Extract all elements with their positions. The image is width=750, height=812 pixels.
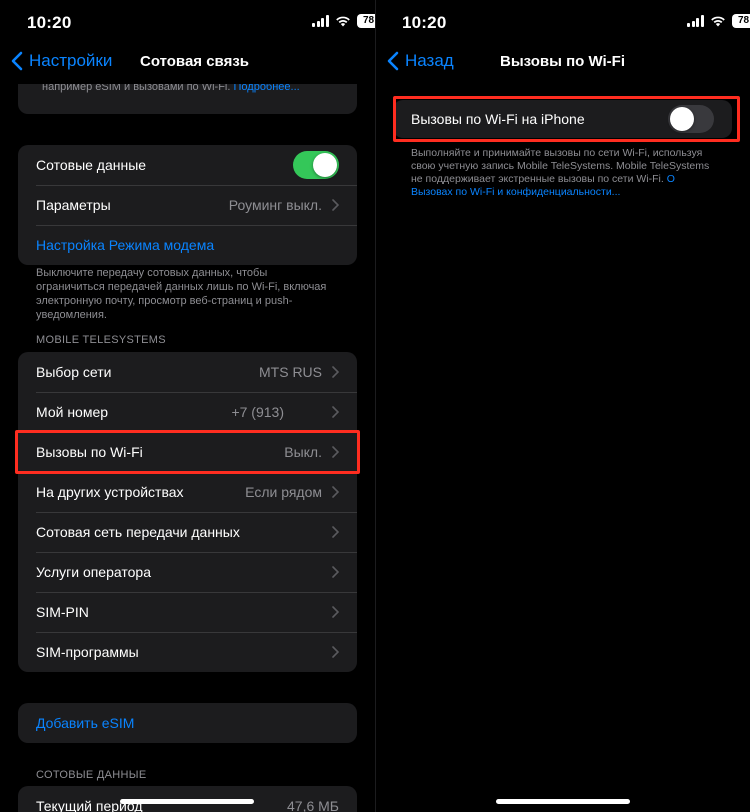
home-indicator <box>120 799 254 804</box>
usage-header: СОТОВЫЕ ДАННЫЕ <box>36 769 147 781</box>
row-value: +7 (913) <box>231 404 284 420</box>
row-label: SIM-PIN <box>36 604 89 620</box>
cellular-data-network-row[interactable]: Сотовая сеть передачи данных <box>18 512 357 552</box>
chevron-right-icon <box>332 526 339 538</box>
wifi-calling-footnote-text: Выполняйте и принимайте вызовы по сети W… <box>411 147 710 185</box>
cellular-data-group: Сотовые данные Параметры Роуминг выкл. Н… <box>18 145 357 265</box>
row-label: На других устройствах <box>36 484 184 500</box>
row-label: Выбор сети <box>36 364 112 380</box>
wifi-icon <box>710 16 725 27</box>
add-esim-row[interactable]: Добавить eSIM <box>18 703 357 743</box>
wifi-calling-footnote: Выполняйте и принимайте вызовы по сети W… <box>411 147 711 199</box>
esim-info-text: например eSIM и вызовами по Wi-Fi. <box>42 84 231 93</box>
sim-apps-row[interactable]: SIM-программы <box>18 632 357 672</box>
network-selection-row[interactable]: Выбор сети MTS RUS <box>18 352 357 392</box>
page-title: Вызовы по Wi-Fi <box>500 53 625 70</box>
add-esim-group: Добавить eSIM <box>18 703 357 743</box>
chevron-right-icon <box>332 199 339 211</box>
status-time: 10:20 <box>402 13 447 32</box>
learn-more-link[interactable]: Подробнее... <box>234 84 300 93</box>
battery-icon: 78 <box>731 14 750 28</box>
signal-icon <box>312 15 329 27</box>
add-esim-label: Добавить eSIM <box>36 715 135 731</box>
row-label: Сотовая сеть передачи данных <box>36 524 240 540</box>
home-indicator <box>496 799 630 804</box>
wifi-calling-highlight <box>15 430 360 474</box>
hotspot-row[interactable]: Настройка Режима модема <box>18 225 357 265</box>
parameters-row[interactable]: Параметры Роуминг выкл. <box>18 185 357 225</box>
chevron-right-icon <box>332 486 339 498</box>
carrier-header: MOBILE TELESYSTEMS <box>36 334 166 346</box>
cellular-data-toggle[interactable] <box>293 151 339 179</box>
chevron-left-icon <box>387 51 399 71</box>
chevron-right-icon <box>332 566 339 578</box>
chevron-left-icon <box>11 51 23 71</box>
signal-icon <box>687 15 704 27</box>
row-label: Мой номер <box>36 404 109 420</box>
wifi-calling-screen: 10:20 78 Назад Вызовы по Wi-Fi Вызовы по… <box>376 0 750 812</box>
row-label: SIM-программы <box>36 644 139 660</box>
other-devices-row[interactable]: На других устройствах Если рядом <box>18 472 357 512</box>
status-icons: 78 <box>687 14 750 28</box>
chevron-right-icon <box>332 646 339 658</box>
battery-icon: 78 <box>356 14 375 28</box>
cellular-data-footnote: Выключите передачу сотовых данных, чтобы… <box>36 267 327 321</box>
back-button[interactable]: Назад <box>387 51 454 71</box>
back-label: Настройки <box>29 51 113 70</box>
cellular-data-row: Сотовые данные <box>18 145 357 185</box>
status-time: 10:20 <box>27 13 72 32</box>
carrier-services-row[interactable]: Услуги оператора <box>18 552 357 592</box>
chevron-right-icon <box>332 406 339 418</box>
cellular-settings-screen: 10:20 78 Настройки Сотовая связь наприме… <box>0 0 375 812</box>
row-label: Услуги оператора <box>36 564 151 580</box>
chevron-right-icon <box>332 366 339 378</box>
current-period-value: 47,6 МБ <box>287 798 339 812</box>
carrier-group: Выбор сети MTS RUS Мой номер +7 (913) Вы… <box>18 352 357 672</box>
parameters-label: Параметры <box>36 197 111 213</box>
status-icons: 78 <box>312 14 375 28</box>
row-value: MTS RUS <box>259 364 322 380</box>
back-label: Назад <box>405 51 454 70</box>
chevron-right-icon <box>332 606 339 618</box>
cellular-data-label: Сотовые данные <box>36 157 147 173</box>
esim-info-card: например eSIM и вызовами по Wi-Fi. Подро… <box>18 84 357 114</box>
wifi-icon <box>335 16 350 27</box>
my-number-row[interactable]: Мой номер +7 (913) <box>18 392 357 432</box>
row-value: Если рядом <box>245 484 322 500</box>
hotspot-label: Настройка Режима модема <box>36 237 215 253</box>
sim-pin-row[interactable]: SIM-PIN <box>18 592 357 632</box>
back-button[interactable]: Настройки <box>11 51 112 71</box>
wifi-calling-toggle-highlight <box>393 96 740 142</box>
page-title: Сотовая связь <box>140 53 250 70</box>
parameters-value: Роуминг выкл. <box>228 197 322 213</box>
